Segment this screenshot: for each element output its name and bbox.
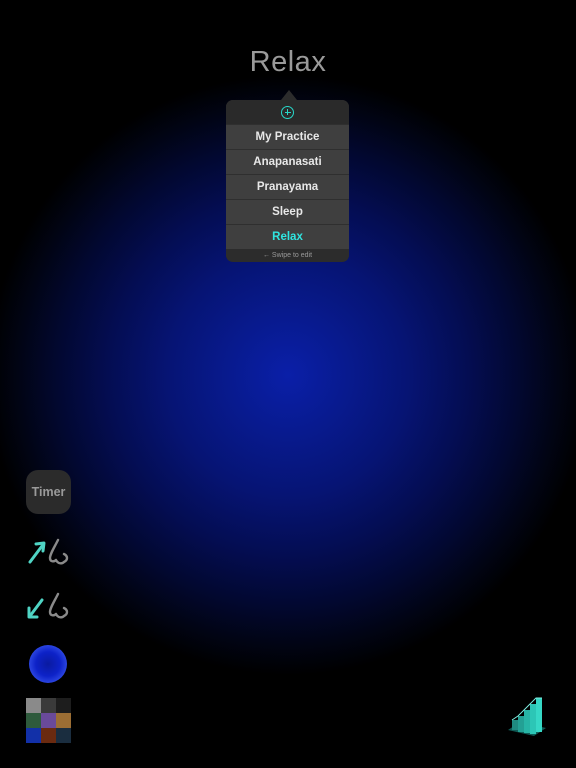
menu-item-relax[interactable]: Relax [226, 224, 349, 249]
palette-swatch [41, 713, 56, 728]
palette-swatch [56, 728, 71, 743]
menu-item-pranayama[interactable]: Pranayama [226, 174, 349, 199]
palette-swatch [26, 698, 41, 713]
menu-item-sleep[interactable]: Sleep [226, 199, 349, 224]
breathing-screen: Relax My Practice Anapanasati Pranayama … [0, 0, 576, 768]
add-practice-button[interactable] [226, 100, 349, 124]
palette-swatch [26, 728, 41, 743]
inhale-nose-icon[interactable] [26, 532, 72, 568]
palette-swatch [56, 698, 71, 713]
menu-item-my-practice[interactable]: My Practice [226, 124, 349, 149]
page-title[interactable]: Relax [0, 46, 576, 79]
palette-swatch [56, 713, 71, 728]
blue-orb-icon[interactable] [29, 645, 67, 683]
palette-swatch [41, 698, 56, 713]
popover-arrow [281, 90, 297, 100]
timer-button[interactable]: Timer [26, 470, 71, 514]
menu-item-anapanasati[interactable]: Anapanasati [226, 149, 349, 174]
swipe-hint: ← Swipe to edit [226, 249, 349, 261]
color-palette-icon[interactable] [26, 698, 71, 743]
palette-swatch [41, 728, 56, 743]
palette-swatch [26, 713, 41, 728]
exhale-nose-icon[interactable] [26, 588, 72, 624]
plus-circle-icon [281, 105, 294, 119]
bar-stats-icon[interactable] [504, 696, 550, 740]
practice-menu-popover: My Practice Anapanasati Pranayama Sleep … [226, 100, 349, 262]
